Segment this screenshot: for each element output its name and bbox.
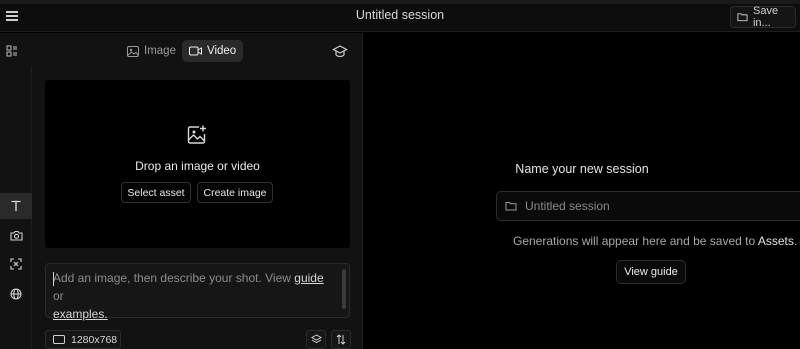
text-T-icon <box>11 200 21 211</box>
text-caret <box>53 272 54 286</box>
graduation-cap-icon[interactable] <box>332 43 348 59</box>
tab-image-label: Image <box>144 45 176 57</box>
top-bar: Untitled session Save in... <box>0 0 800 32</box>
aspect-ratio-icon <box>53 335 65 344</box>
tab-video-label: Video <box>207 45 237 57</box>
scan-tool[interactable] <box>0 251 32 277</box>
session-title: Untitled session <box>355 8 445 22</box>
resolution-select[interactable]: 1280x768 <box>45 330 121 349</box>
prompt-placeholder-start: Add an image, then describe your shot. V… <box>53 271 295 285</box>
panel-layout-icon[interactable] <box>6 45 18 57</box>
tab-video[interactable]: Video <box>182 40 244 62</box>
prompt-textarea[interactable]: Add an image, then describe your shot. V… <box>45 263 350 321</box>
session-panel: Name your new session Untitled session G… <box>362 33 800 349</box>
tab-image[interactable]: Image <box>120 40 183 62</box>
layers-button[interactable] <box>306 330 326 349</box>
examples-link[interactable]: examples. <box>53 307 108 321</box>
camera-tool[interactable] <box>0 222 32 248</box>
resolution-label: 1280x768 <box>71 333 118 346</box>
assets-word: Assets <box>757 234 794 248</box>
image-icon <box>127 45 139 57</box>
generations-info-text: Generations will appear here and be save… <box>513 234 758 248</box>
globe-icon <box>10 288 22 300</box>
session-name-heading: Name your new session <box>515 162 649 176</box>
save-in-button[interactable]: Save in... <box>730 5 796 29</box>
camera-icon <box>9 230 23 241</box>
folder-icon <box>505 202 517 211</box>
create-image-button[interactable]: Create image <box>197 182 273 203</box>
prompt-scrollbar[interactable] <box>342 269 346 309</box>
scan-icon <box>10 258 22 270</box>
arrows-up-down-icon <box>336 334 346 345</box>
folder-icon <box>737 13 748 22</box>
sort-button[interactable] <box>331 330 351 349</box>
generation-panel: Image Video Drop an image or video Selec <box>0 33 362 349</box>
save-in-label: Save in... <box>752 5 779 29</box>
dropzone-text: Drop an image or video <box>135 159 260 173</box>
text-tool[interactable] <box>0 193 32 219</box>
tool-rail <box>0 67 32 349</box>
video-icon <box>189 46 202 56</box>
generations-info: Generations will appear here and be save… <box>513 234 798 248</box>
top-edge <box>0 0 800 4</box>
view-guide-button[interactable]: View guide <box>616 260 686 284</box>
layers-icon <box>310 334 322 344</box>
prompt-placeholder-middle: or <box>53 289 64 303</box>
session-name-placeholder: Untitled session <box>525 199 610 213</box>
media-dropzone[interactable]: Drop an image or video Select asset Crea… <box>45 80 350 248</box>
globe-tool[interactable] <box>0 281 32 307</box>
add-image-icon <box>187 125 206 144</box>
select-asset-button[interactable]: Select asset <box>121 182 191 203</box>
session-name-input[interactable]: Untitled session <box>496 191 800 221</box>
guide-link[interactable]: guide <box>294 271 323 285</box>
